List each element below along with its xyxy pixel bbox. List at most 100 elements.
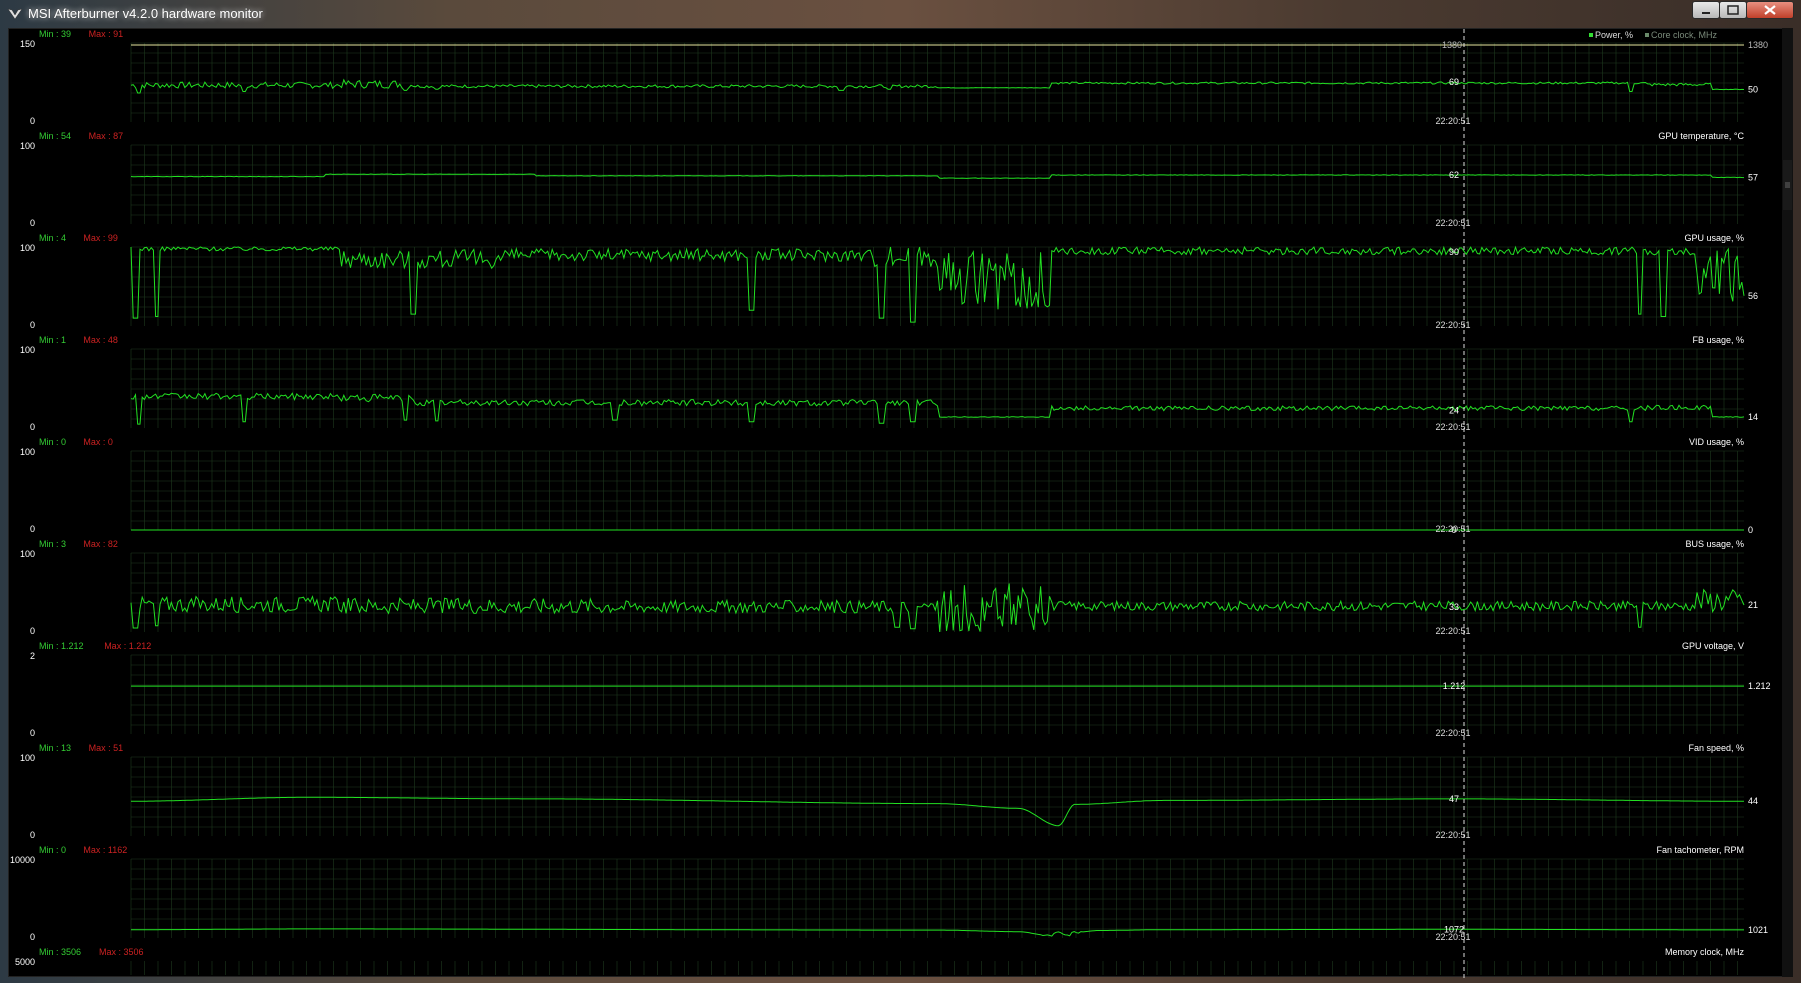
scrollbar-grip-icon[interactable] xyxy=(1783,160,1792,210)
cursor-time: 22:20:51 xyxy=(1435,320,1470,330)
graph-min-label: Min : 1 xyxy=(39,335,66,345)
close-icon xyxy=(1764,5,1776,15)
y-axis-min-label: 0 xyxy=(30,830,35,840)
graph-panel[interactable] xyxy=(130,552,1745,633)
window-title: MSI Afterburner v4.2.0 hardware monitor xyxy=(28,6,263,21)
graph-min-label: Min : 3 xyxy=(39,539,66,549)
graph-min-label: Min : 1.212 xyxy=(39,641,84,651)
y-axis-min-label: 0 xyxy=(30,932,35,942)
graph-panel[interactable] xyxy=(130,450,1744,531)
cursor-value: 33 xyxy=(1449,602,1459,612)
series-line xyxy=(131,928,1744,937)
cursor-value: 24 xyxy=(1449,405,1459,415)
maximize-button[interactable] xyxy=(1719,1,1747,19)
series-line xyxy=(130,245,1745,323)
y-axis-min-label: 0 xyxy=(30,116,35,126)
app-window: MSI Afterburner v4.2.0 hardware monitor … xyxy=(0,0,1801,983)
y-axis-max-label: 150 xyxy=(20,39,35,49)
y-axis-min-label: 0 xyxy=(30,218,35,228)
graph-title: BUS usage, % xyxy=(1685,539,1744,549)
cursor-time: 22:20:51 xyxy=(1435,218,1470,228)
y-axis-min-label: 0 xyxy=(30,626,35,636)
y-axis-min-label: 0 xyxy=(30,728,35,738)
y-axis-min-label: 0 xyxy=(30,524,35,534)
cursor-time: 22:20:51 xyxy=(1435,728,1470,738)
graph-min-label: Min : 3506 xyxy=(39,947,81,957)
y-axis-max-label: 100 xyxy=(20,753,35,763)
current-value: 50 xyxy=(1748,84,1758,94)
graph-title: Memory clock, MHz xyxy=(1665,947,1745,957)
legend-swatch xyxy=(1645,33,1649,37)
legend-swatch xyxy=(1589,33,1593,37)
legend-entry: Core clock, MHz xyxy=(1651,30,1718,40)
graph-max-label: Max : 1162 xyxy=(83,845,127,855)
cursor-value: 69 xyxy=(1449,77,1459,87)
minimize-button[interactable] xyxy=(1692,1,1720,19)
y-axis-max-label: 100 xyxy=(20,243,35,253)
graph-min-label: Min : 39 xyxy=(39,29,71,39)
y-axis-max-label: 100 xyxy=(20,141,35,151)
graph-title: VID usage, % xyxy=(1689,437,1744,447)
minimize-icon xyxy=(1702,12,1710,14)
y-axis-max-label: 100 xyxy=(20,345,35,355)
legend-entry: Power, % xyxy=(1595,30,1633,40)
graph-title: Fan speed, % xyxy=(1688,743,1744,753)
graph-title: GPU usage, % xyxy=(1684,233,1744,243)
graph-max-label: Max : 0 xyxy=(83,437,113,447)
maximize-icon xyxy=(1727,5,1739,15)
cursor-time: 22:20:51 xyxy=(1435,422,1470,432)
series-line xyxy=(130,173,1745,179)
graph-min-label: Min : 0 xyxy=(39,845,66,855)
graph-max-label: Max : 3506 xyxy=(99,947,144,957)
graph-min-label: Min : 54 xyxy=(39,131,71,141)
y-axis-min-label: 0 xyxy=(30,320,35,330)
graph-title: GPU temperature, °C xyxy=(1658,131,1744,141)
graph-panel[interactable] xyxy=(130,654,1744,734)
graph-panel[interactable] xyxy=(130,348,1745,428)
cursor-value: 47 xyxy=(1449,794,1459,804)
close-button[interactable] xyxy=(1746,1,1794,19)
y-axis-max-label: 100 xyxy=(20,549,35,559)
current-value: 14 xyxy=(1748,412,1758,422)
cursor-value: 90 xyxy=(1449,247,1459,257)
series-line xyxy=(130,583,1745,633)
graph-panel[interactable] xyxy=(130,961,1738,975)
cursor-time: 22:20:51 xyxy=(1435,116,1470,126)
graph-max-label: Max : 87 xyxy=(89,131,124,141)
current-value: 57 xyxy=(1748,173,1758,183)
graph-max-label: Max : 91 xyxy=(89,29,124,39)
current-value: 44 xyxy=(1748,796,1758,806)
graph-max-label: Max : 51 xyxy=(89,743,124,753)
cursor-value: 62 xyxy=(1449,170,1459,180)
y-axis-max-label: 100 xyxy=(20,447,35,457)
afterburner-icon xyxy=(7,8,23,20)
current-value: 1.212 xyxy=(1748,681,1771,691)
graph-min-label: Min : 0 xyxy=(39,437,66,447)
graph-title: GPU voltage, V xyxy=(1682,641,1744,651)
graph-max-label: Max : 1.212 xyxy=(104,641,151,651)
graph-panel[interactable] xyxy=(130,245,1745,326)
current-value: 1021 xyxy=(1748,925,1768,935)
current-value: 56 xyxy=(1748,291,1758,301)
cursor-time: 22:20:51 xyxy=(1435,524,1470,534)
current-value: 0 xyxy=(1748,525,1753,535)
monitor-graph-area[interactable]: Power, % Core clock, MHz Min : 39 Max : 91 1… xyxy=(8,28,1793,978)
cursor-time: 22:20:51 xyxy=(1435,932,1470,942)
graph-max-label: Max : 48 xyxy=(83,335,118,345)
secondary-current-value: 1380 xyxy=(1748,40,1768,50)
graph-min-label: Min : 4 xyxy=(39,233,66,243)
hardware-monitor-graphs[interactable]: Power, % Core clock, MHz Min : 39 Max : 91 1… xyxy=(9,29,1783,978)
graph-max-label: Max : 99 xyxy=(83,233,118,243)
series-line xyxy=(130,78,1745,94)
secondary-cursor-value: 1380 xyxy=(1442,40,1462,50)
graph-panel[interactable] xyxy=(130,42,1745,122)
y-axis-max-label: 2 xyxy=(30,651,35,661)
y-axis-max-label: 10000 xyxy=(10,855,35,865)
graph-panel[interactable] xyxy=(130,858,1744,938)
graph-title: FB usage, % xyxy=(1692,335,1744,345)
graph-panel[interactable] xyxy=(130,144,1745,224)
series-line xyxy=(131,796,1744,827)
cursor-time: 22:20:51 xyxy=(1435,830,1470,840)
title-bar[interactable]: MSI Afterburner v4.2.0 hardware monitor xyxy=(0,0,1801,28)
graph-panel[interactable] xyxy=(130,756,1744,836)
